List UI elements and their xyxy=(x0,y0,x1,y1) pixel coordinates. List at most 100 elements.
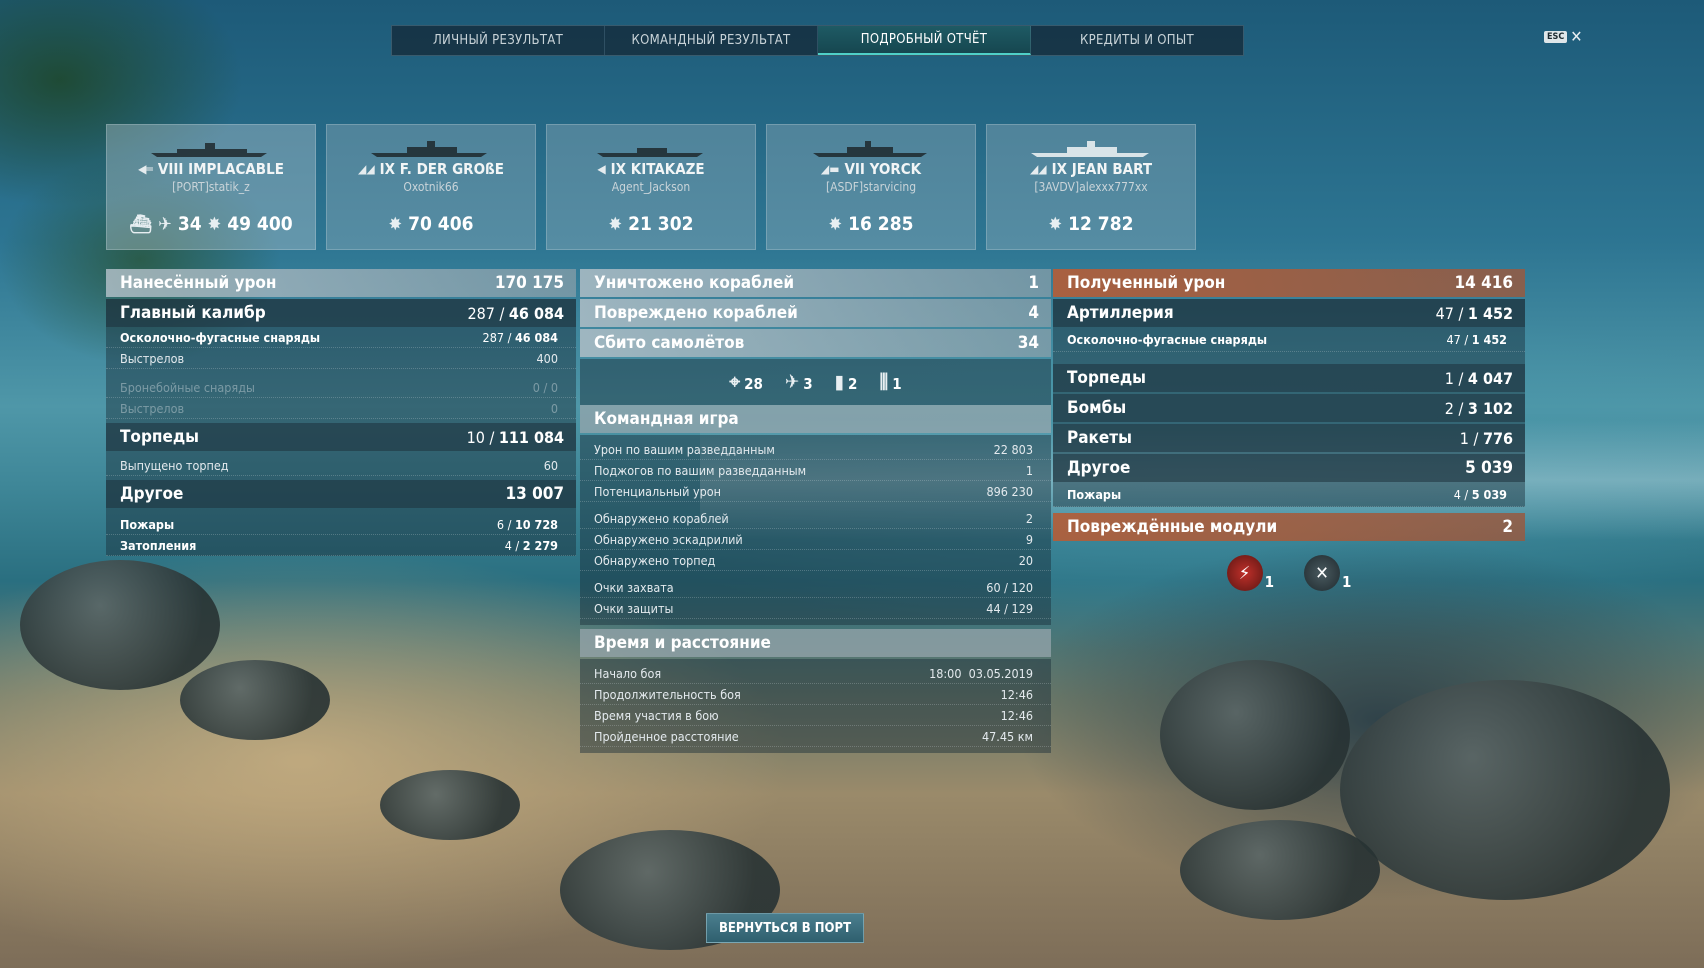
team-stat-row: Обнаружено торпед 20 xyxy=(580,550,1051,571)
damage-value: 21 302 xyxy=(628,213,694,235)
team-play-body: Урон по вашим разведданным 22 803 Поджого… xyxy=(580,435,1051,625)
ship-name: ◀ IX KITAKAZE xyxy=(597,160,705,178)
main-battery-row: Главный калибр 287 / 46 084 xyxy=(106,299,576,327)
close-button[interactable]: ESC ✕ xyxy=(1544,27,1583,46)
ap-shells-row: Бронебойные снаряды 0 / 0 xyxy=(106,377,576,398)
team-play-header: Командная игра xyxy=(580,405,1051,433)
ship-silhouette-icon xyxy=(371,141,487,157)
damage-received-body: Артиллерия 47 / 1 452 Осколочно-фугасные … xyxy=(1053,299,1525,507)
plane-stat: ▮ 2 xyxy=(834,371,858,393)
rock-decoration xyxy=(180,660,330,740)
battle-summary-panel: Уничтожено кораблей 1 Повреждено кораблей… xyxy=(580,269,1051,753)
close-icon: ✕ xyxy=(1570,27,1583,46)
fighter-icon: ✈ xyxy=(784,371,800,393)
received-torpedoes-row: Торпеды 1 / 4 047 xyxy=(1053,364,1525,392)
tab-personal-result[interactable]: ЛИЧНЫЙ РЕЗУЛЬТАТ xyxy=(392,26,605,55)
ship-card[interactable]: ◢◢ IX F. DER GROßE Oxotnik66 ✸ 70 406 xyxy=(326,124,536,250)
team-stat-row: Обнаружено эскадрилий 9 xyxy=(580,529,1051,550)
team-stat-row: Потенциальный урон 896 230 xyxy=(580,481,1051,502)
player-name: [ASDF]starvicing xyxy=(825,180,917,194)
received-rockets-row: Ракеты 1 / 776 xyxy=(1053,424,1525,452)
fires-row: Пожары 6 / 10 728 xyxy=(106,514,576,535)
crosshair-icon: ⌖ xyxy=(729,371,741,393)
damage-dealt-header: Нанесённый урон 170 175 xyxy=(106,269,576,297)
tab-credits-xp[interactable]: КРЕДИТЫ И ОПЫТ xyxy=(1031,26,1243,55)
ship-silhouette-icon xyxy=(151,143,267,157)
cruiser-class-icon: ◢▬ xyxy=(820,162,840,176)
rock-decoration xyxy=(1340,680,1670,900)
artillery-row: Артиллерия 47 / 1 452 xyxy=(1053,299,1525,327)
module-stat: ⚡ 1 xyxy=(1226,555,1274,591)
damage-dealt-body: Главный калибр 287 / 46 084 Осколочно-фуг… xyxy=(106,299,576,556)
he-shots-row: Выстрелов 400 xyxy=(106,348,576,369)
carrier-class-icon: ◀═ xyxy=(138,162,153,176)
planes-shot-icon: ✈ xyxy=(158,213,172,235)
module-stat: ✕ 1 xyxy=(1304,555,1351,591)
other-damage-row: Другое 13 007 xyxy=(106,480,576,508)
damage-received-panel: Полученный урон 14 416 Артиллерия 47 / 1 4… xyxy=(1053,269,1525,591)
ship-card[interactable]: ◢◢ IX JEAN BART [3AVDV]alexxx777xx ✸ 12 78… xyxy=(986,124,1196,250)
torpedoes-fired-row: Выпущено торпед 60 xyxy=(106,455,576,476)
rock-decoration xyxy=(1160,660,1350,810)
time-stat-row: Начало боя 18:00 03.05.2019 xyxy=(580,663,1051,684)
tab-team-result[interactable]: КОМАНДНЫЙ РЕЗУЛЬТАТ xyxy=(605,26,818,55)
player-name: [PORT]statik_z xyxy=(172,180,250,194)
time-distance-header: Время и расстояние xyxy=(580,629,1051,657)
damage-dealt-panel: Нанесённый урон 170 175 Главный калибр 287… xyxy=(106,269,576,556)
received-fires-row: Пожары 4 / 5 039 xyxy=(1053,482,1525,507)
player-name: Agent_Jackson xyxy=(611,180,691,194)
damage-value: 49 400 xyxy=(227,213,293,235)
rocket-icon: ⫼ xyxy=(879,371,889,393)
return-to-port-button[interactable]: ВЕРНУТЬСЯ В ПОРТ xyxy=(706,913,864,943)
damage-icon: ✸ xyxy=(608,213,623,235)
plane-stat: ✈ 3 xyxy=(784,371,813,393)
plane-stat: ⫼ 1 xyxy=(879,371,902,393)
ship-card[interactable]: ◀ IX KITAKAZE Agent_Jackson ✸ 21 302 xyxy=(546,124,756,250)
result-tabs: ЛИЧНЫЙ РЕЗУЛЬТАТ КОМАНДНЫЙ РЕЗУЛЬТАТ ПОД… xyxy=(391,25,1244,56)
time-stat-row: Пройденное расстояние 47.45 км xyxy=(580,726,1051,747)
ship-silhouette-icon xyxy=(597,148,703,157)
ship-stats: ✸ 16 285 xyxy=(767,213,975,235)
ship-card[interactable]: ◀═ VIII IMPLACABLE [PORT]statik_z ⛴ ✈ 34 ✸… xyxy=(106,124,316,250)
player-name: Oxotnik66 xyxy=(403,180,459,194)
time-stat-row: Продолжительность боя 12:46 xyxy=(580,684,1051,705)
damage-value: 70 406 xyxy=(408,213,474,235)
planes-breakdown: ⌖ 28 ✈ 3 ▮ 2 ⫼ 1 xyxy=(580,359,1051,405)
ship-silhouette-icon xyxy=(1031,141,1149,157)
player-name: [3AVDV]alexxx777xx xyxy=(1034,180,1148,194)
damage-received-header: Полученный урон 14 416 xyxy=(1053,269,1525,297)
team-stat-row: Очки захвата 60 / 120 xyxy=(580,577,1051,598)
ship-stats: ✸ 21 302 xyxy=(547,213,755,235)
carrier-ship-icon: ⛴ xyxy=(129,213,153,235)
damage-icon: ✸ xyxy=(388,213,403,235)
received-bombs-row: Бомбы 2 / 3 102 xyxy=(1053,394,1525,422)
damaged-modules-list: ⚡ 1 ✕ 1 xyxy=(1053,555,1525,591)
ship-cards: ◀═ VIII IMPLACABLE [PORT]statik_z ⛴ ✈ 34 ✸… xyxy=(106,124,1196,250)
planes-value: 34 xyxy=(177,213,202,235)
rock-decoration xyxy=(20,560,220,690)
planes-shot-header: Сбито самолётов 34 xyxy=(580,329,1051,357)
ship-silhouette-icon xyxy=(813,141,927,157)
ship-name: ◢◢ IX JEAN BART xyxy=(1029,160,1153,178)
torpedoes-row: Торпеды 10 / 111 084 xyxy=(106,423,576,451)
damage-value: 16 285 xyxy=(848,213,914,235)
received-other-row: Другое 5 039 xyxy=(1053,454,1525,482)
ship-card[interactable]: ◢▬ VII YORCK [ASDF]starvicing ✸ 16 285 xyxy=(766,124,976,250)
rock-decoration xyxy=(1180,820,1380,920)
ship-stats: ✸ 12 782 xyxy=(987,213,1195,235)
damaged-modules-header: Повреждённые модули 2 xyxy=(1053,513,1525,541)
floods-row: Затопления 4 / 2 279 xyxy=(106,535,576,556)
team-stat-row: Урон по вашим разведданным 22 803 xyxy=(580,439,1051,460)
team-stat-row: Обнаружено кораблей 2 xyxy=(580,508,1051,529)
battleship-class-icon: ◢◢ xyxy=(1029,162,1047,176)
destroyer-class-icon: ◀ xyxy=(597,162,606,176)
damage-icon: ✸ xyxy=(207,213,222,235)
damage-icon: ✸ xyxy=(1048,213,1063,235)
bomb-icon: ▮ xyxy=(834,371,845,393)
team-stat-row: Поджогов по вашим разведданным 1 xyxy=(580,460,1051,481)
tab-detailed-report[interactable]: ПОДРОБНЫЙ ОТЧЁТ xyxy=(818,26,1031,55)
ap-shots-row: Выстрелов 0 xyxy=(106,398,576,419)
received-he-row: Осколочно-фугасные снаряды 47 / 1 452 xyxy=(1053,327,1525,352)
ship-stats: ⛴ ✈ 34 ✸ 49 400 xyxy=(107,213,315,235)
ship-name: ◀═ VIII IMPLACABLE xyxy=(138,160,284,178)
